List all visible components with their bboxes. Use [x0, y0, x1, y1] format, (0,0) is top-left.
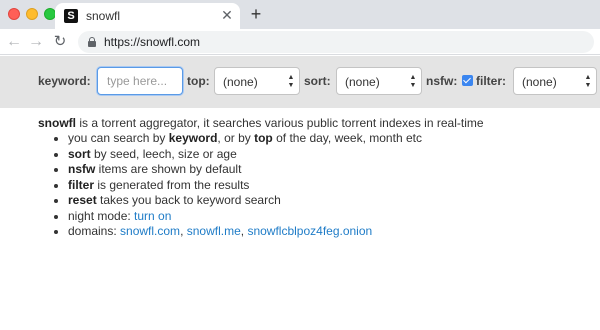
filter-select-value: (none) [522, 75, 557, 89]
item-text: is generated from the results [94, 177, 250, 192]
address-bar[interactable]: https://snowfl.com [78, 31, 594, 53]
list-item: filter is generated from the results [68, 178, 578, 194]
new-tab-plus-icon[interactable]: + [247, 4, 265, 24]
info-list: you can search by keyword, or by top of … [68, 131, 578, 240]
keyword-label: keyword: [38, 74, 91, 88]
search-bar: keyword: top: (none) ▲▼ sort: (none) ▲▼ … [0, 56, 600, 108]
window-close-button[interactable] [8, 8, 20, 20]
browser-toolbar: ← → ↻ https://snowfl.com [0, 29, 600, 55]
item-bold: keyword [168, 131, 218, 145]
domain-link-onion[interactable]: snowflcblpoz4feg.onion [247, 224, 372, 238]
reload-icon[interactable]: ↻ [51, 32, 69, 52]
select-arrows-icon: ▲ ▼ [287, 74, 295, 89]
info-section: snowfl is a torrent aggregator, it searc… [38, 115, 578, 240]
nsfw-checkbox[interactable] [462, 75, 473, 86]
domain-link-snowfl-com[interactable]: snowfl.com [120, 224, 180, 238]
snowfl-favicon-icon: S [64, 9, 78, 23]
item-bold: filter [68, 177, 95, 192]
top-select-value: (none) [223, 75, 258, 89]
top-select[interactable]: (none) ▲ ▼ [214, 67, 300, 95]
sort-label: sort: [304, 74, 331, 88]
list-item: sort by seed, leech, size or age [68, 147, 578, 163]
item-bold: sort [68, 146, 91, 161]
separator: , [180, 224, 187, 238]
item-text: takes you back to keyword search [96, 193, 281, 207]
filter-select[interactable]: (none) ▲ ▼ [513, 67, 597, 95]
window-minimize-button[interactable] [26, 8, 38, 20]
list-item: domains: snowfl.com, snowfl.me, snowflcb… [68, 224, 578, 240]
night-mode-link[interactable]: turn on [134, 209, 171, 223]
item-bold: top [254, 131, 273, 145]
list-item: nsfw items are shown by default [68, 162, 578, 178]
forward-arrow-icon[interactable]: → [27, 32, 45, 52]
sort-select[interactable]: (none) ▲ ▼ [336, 67, 422, 95]
back-arrow-icon[interactable]: ← [5, 32, 23, 52]
item-text: , or by [217, 131, 255, 145]
item-text: by seed, leech, size or age [90, 146, 237, 161]
item-text: items are shown by default [95, 162, 242, 176]
item-text: night mode: [68, 208, 135, 223]
lock-icon[interactable] [88, 37, 96, 47]
intro-text: is a torrent aggregator, it searches var… [76, 116, 484, 130]
item-text: you can search by [68, 131, 169, 145]
item-bold: nsfw [68, 162, 96, 176]
list-item: reset takes you back to keyword search [68, 193, 578, 209]
list-item: you can search by keyword, or by top of … [68, 131, 578, 147]
sort-select-value: (none) [345, 75, 380, 89]
filter-label: filter: [476, 74, 506, 88]
tab-close-icon[interactable]: ✕ [219, 7, 235, 23]
top-label: top: [187, 74, 210, 88]
select-arrows-icon: ▲ ▼ [409, 74, 417, 89]
list-item: night mode: turn on [68, 209, 578, 225]
item-text: domains: [68, 224, 121, 238]
select-arrows-icon: ▲ ▼ [584, 74, 592, 89]
domain-link-snowfl-me[interactable]: snowfl.me [187, 224, 241, 238]
url-text[interactable]: https://snowfl.com [104, 35, 200, 49]
intro-paragraph: snowfl is a torrent aggregator, it searc… [38, 115, 578, 131]
browser-tab-strip: S snowfl ✕ + [0, 0, 600, 29]
browser-tab-active[interactable]: S snowfl ✕ [55, 3, 240, 29]
item-bold: reset [68, 193, 97, 207]
keyword-input[interactable] [97, 67, 183, 95]
brand-name: snowfl [38, 116, 76, 130]
nsfw-label: nsfw: [426, 74, 458, 88]
item-text: of the day, week, month etc [272, 131, 422, 145]
tab-title: snowfl [86, 9, 121, 23]
